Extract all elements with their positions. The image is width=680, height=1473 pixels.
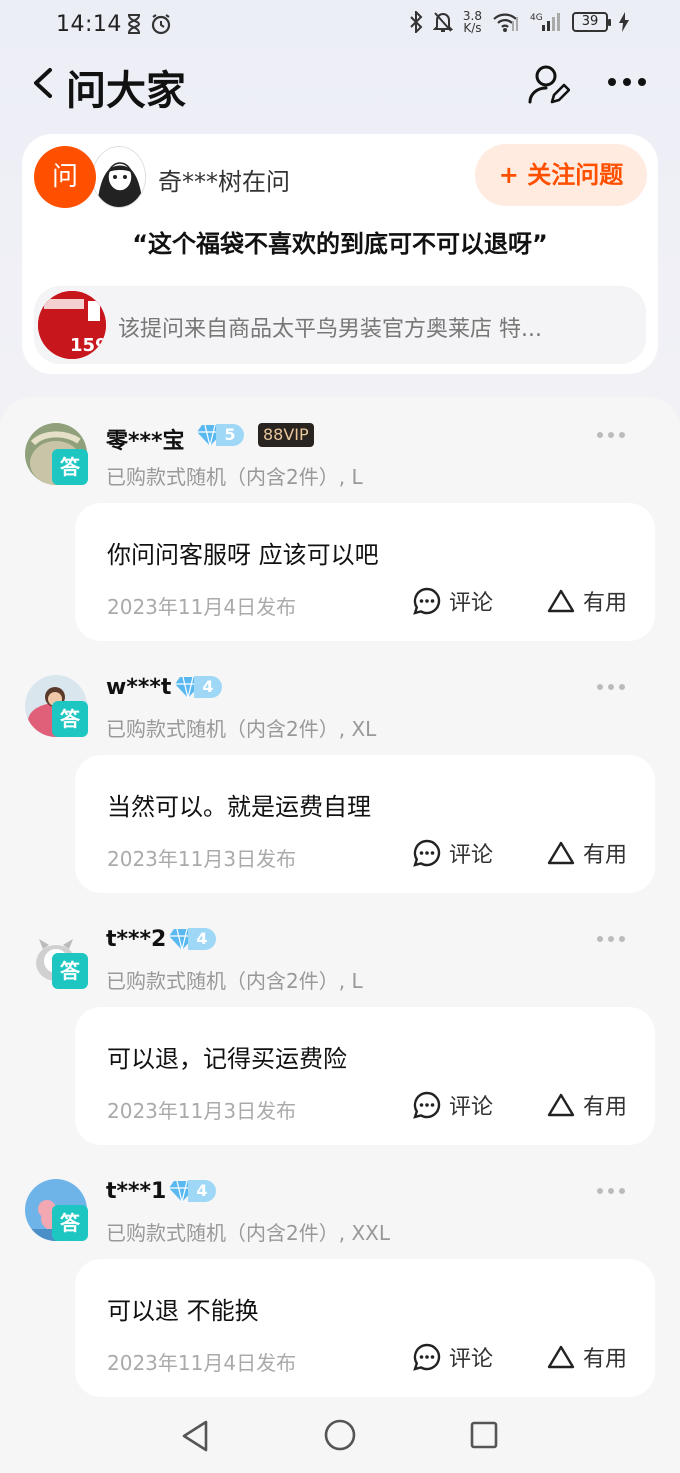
system-nav-bar bbox=[0, 1399, 680, 1473]
product-source-text: 该提问来自商品太平鸟男装官方奥莱店 特... bbox=[118, 317, 542, 342]
triangle-up-icon bbox=[547, 841, 575, 865]
answer-item: 答 w***t 4 已购款式随机（内含2件）, XL 当然可以。就是运费自理 2… bbox=[0, 649, 680, 901]
triangle-up-icon bbox=[547, 1093, 575, 1117]
mute-bell-icon bbox=[432, 12, 453, 32]
follow-question-button[interactable]: + 关注问题 bbox=[475, 144, 647, 206]
answerer-name: w***t bbox=[106, 675, 172, 700]
purchase-spec: 已购款式随机（内含2件）, L bbox=[106, 969, 363, 993]
answer-bubble: 可以退，记得买运费险 2023年11月3日发布 评论 有用 bbox=[75, 1007, 655, 1145]
product-source-link[interactable]: 159 该提问来自商品太平鸟男装官方奥莱店 特... bbox=[34, 286, 646, 364]
net-speed: 3.8 K/s bbox=[462, 9, 482, 35]
page-title: 问大家 bbox=[66, 68, 186, 114]
more-dots-icon[interactable] bbox=[596, 935, 626, 943]
answer-date: 2023年11月4日发布 bbox=[107, 595, 297, 619]
hourglass-icon bbox=[127, 14, 141, 34]
answer-item: 答 t***2 4 已购款式随机（内含2件）, L 可以退，记得买运费险 202… bbox=[0, 901, 680, 1153]
level-badge: 5 bbox=[196, 423, 244, 447]
signal-4g-icon: 4G bbox=[530, 13, 560, 31]
status-bar: 14:14 3.8 K/s 4G 39 bbox=[0, 0, 680, 52]
comment-button[interactable]: 评论 bbox=[413, 1089, 493, 1121]
level-badge: 4 bbox=[168, 927, 216, 951]
more-dots-icon[interactable] bbox=[596, 431, 626, 439]
answer-text: 当然可以。就是运费自理 bbox=[107, 793, 371, 821]
answer-text: 你问问客服呀 应该可以吧 bbox=[107, 541, 379, 569]
triangle-up-icon bbox=[547, 1345, 575, 1369]
comment-button[interactable]: 评论 bbox=[413, 837, 493, 869]
nav-header: 问大家 bbox=[0, 54, 680, 114]
answerer-name: t***2 bbox=[106, 927, 167, 952]
asker-avatar bbox=[92, 146, 146, 208]
status-time: 14:14 bbox=[56, 12, 122, 37]
comment-button[interactable]: 评论 bbox=[413, 1341, 493, 1373]
answer-date: 2023年11月3日发布 bbox=[107, 1099, 297, 1123]
battery-indicator: 39 bbox=[572, 12, 611, 32]
answer-text: 可以退，记得买运费险 bbox=[107, 1045, 347, 1073]
answer-date: 2023年11月4日发布 bbox=[107, 1351, 297, 1375]
useful-button[interactable]: 有用 bbox=[547, 1089, 627, 1121]
wifi-icon bbox=[493, 13, 518, 32]
more-dots-icon[interactable] bbox=[596, 1187, 626, 1195]
answer-badge: 答 bbox=[52, 701, 88, 737]
answer-badge: 答 bbox=[52, 953, 88, 989]
triangle-up-icon bbox=[547, 589, 575, 613]
answers-list: 答 零***宝 5 88VIP 已购款式随机（内含2件）, L 你问问客服呀 应… bbox=[0, 397, 680, 1399]
answer-bubble: 可以退 不能换 2023年11月4日发布 评论 有用 bbox=[75, 1259, 655, 1397]
vip-badge: 88VIP bbox=[258, 423, 314, 447]
product-thumbnail: 159 bbox=[38, 291, 106, 359]
answer-bubble: 你问问客服呀 应该可以吧 2023年11月4日发布 评论 有用 bbox=[75, 503, 655, 641]
bluetooth-icon bbox=[410, 11, 423, 33]
comment-bubble-icon bbox=[413, 839, 441, 867]
more-dots-icon[interactable] bbox=[606, 72, 648, 92]
answer-item: 答 零***宝 5 88VIP 已购款式随机（内含2件）, L 你问问客服呀 应… bbox=[0, 397, 680, 649]
alarm-icon bbox=[151, 14, 171, 35]
person-edit-icon[interactable] bbox=[526, 62, 570, 106]
answer-text: 可以退 不能换 bbox=[107, 1297, 259, 1325]
comment-bubble-icon bbox=[413, 587, 441, 615]
answer-bubble: 当然可以。就是运费自理 2023年11月3日发布 评论 有用 bbox=[75, 755, 655, 893]
useful-button[interactable]: 有用 bbox=[547, 1341, 627, 1373]
more-dots-icon[interactable] bbox=[596, 683, 626, 691]
svg-text:159: 159 bbox=[70, 335, 106, 356]
comment-bubble-icon bbox=[413, 1091, 441, 1119]
square-recents-icon[interactable] bbox=[469, 1420, 499, 1450]
question-badge: 问 bbox=[34, 146, 96, 208]
comment-bubble-icon bbox=[413, 1343, 441, 1371]
purchase-spec: 已购款式随机（内含2件）, XXL bbox=[106, 1221, 390, 1245]
triangle-back-icon[interactable] bbox=[180, 1419, 210, 1453]
asker-name: 奇***树在问 bbox=[158, 168, 290, 196]
comment-button[interactable]: 评论 bbox=[413, 585, 493, 617]
circle-home-icon[interactable] bbox=[323, 1418, 357, 1452]
answerer-name: 零***宝 bbox=[106, 429, 185, 454]
useful-button[interactable]: 有用 bbox=[547, 837, 627, 869]
purchase-spec: 已购款式随机（内含2件）, L bbox=[106, 465, 363, 489]
level-badge: 4 bbox=[174, 675, 222, 699]
answer-badge: 答 bbox=[52, 449, 88, 485]
answerer-name: t***1 bbox=[106, 1179, 167, 1204]
useful-button[interactable]: 有用 bbox=[547, 585, 627, 617]
svg-text:4G: 4G bbox=[530, 13, 543, 23]
answer-badge: 答 bbox=[52, 1205, 88, 1241]
question-card: 问 奇***树在问 + 关注问题 “这个福袋不喜欢的到底可不可以退呀” 159 … bbox=[22, 134, 658, 374]
purchase-spec: 已购款式随机（内含2件）, XL bbox=[106, 717, 377, 741]
question-text: “这个福袋不喜欢的到底可不可以退呀” bbox=[132, 230, 548, 258]
charging-bolt-icon bbox=[619, 12, 629, 32]
back-chevron-icon[interactable] bbox=[30, 66, 56, 100]
level-badge: 4 bbox=[168, 1179, 216, 1203]
answer-item: 答 t***1 4 已购款式随机（内含2件）, XXL 可以退 不能换 2023… bbox=[0, 1153, 680, 1399]
answer-date: 2023年11月3日发布 bbox=[107, 847, 297, 871]
